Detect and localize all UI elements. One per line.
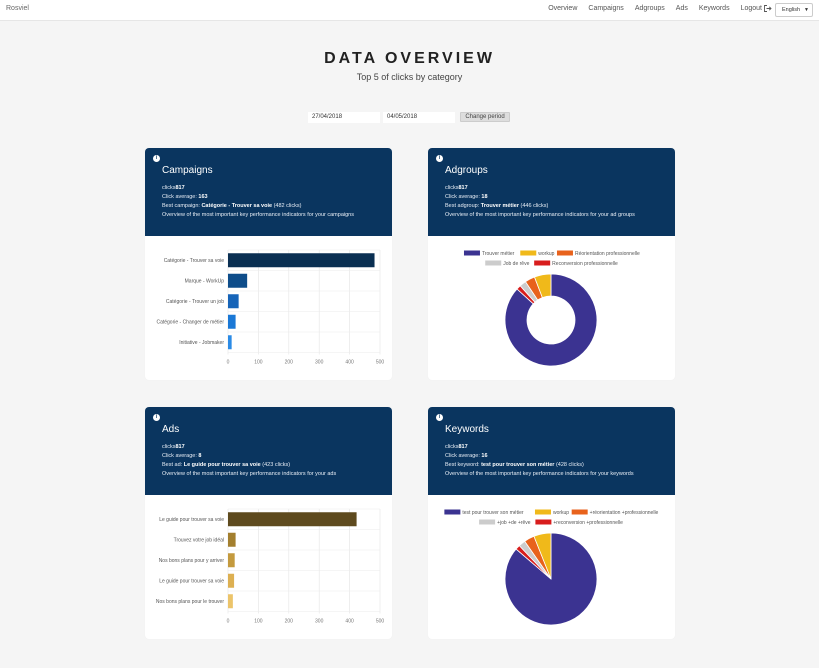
start-date-input[interactable]: 27/04/2018 [308, 112, 380, 123]
info-icon[interactable]: i [436, 414, 443, 421]
tick-label: 400 [345, 619, 354, 625]
legend-label: Job de rêve [503, 261, 529, 267]
bar [228, 335, 232, 350]
nav-overview[interactable]: Overview [548, 5, 577, 12]
info-icon[interactable]: i [436, 155, 443, 162]
tick-label: 400 [345, 360, 354, 366]
adgroups-donut-chart: Trouver métier workup Réorientation profes… [463, 250, 640, 367]
keywords-card: i Keywords clicks817 Click average: 16 B… [428, 407, 675, 639]
logout-label: Logout [740, 5, 762, 12]
legend-label: +job +de +rêve [497, 520, 531, 526]
legend-label: Trouver métier [482, 251, 515, 257]
card-title: Keywords [445, 424, 489, 435]
tick-label: 100 [254, 619, 263, 625]
ads-bar-chart: 0 100 200 300 400 500 Le guide pour trouver sa… [156, 508, 385, 625]
card-stats: clicks817 Click average: 8 Best ad: Le g… [162, 444, 337, 477]
adgroups-card: i Adgroups clicks817 Click average: 18 B… [428, 148, 675, 380]
page-subtitle: Top 5 of clicks by category [356, 72, 463, 82]
end-date-input[interactable]: 04/05/2018 [383, 112, 455, 123]
legend-swatch [520, 250, 537, 256]
chevron-down-icon: ▼ [804, 7, 809, 13]
category-label: Le guide pour trouver sa voie [159, 517, 224, 523]
tick-label: 100 [254, 360, 263, 366]
tick-label: 0 [227, 619, 230, 625]
legend-label: workup [538, 251, 554, 257]
adgroups-card-header: i Adgroups clicks817 Click average: 18 B… [428, 148, 675, 236]
legend-swatch [571, 509, 588, 515]
category-label: Marque - WorkUp [185, 279, 225, 285]
bar [228, 273, 248, 288]
bar [228, 573, 235, 588]
info-icon[interactable]: i [153, 414, 160, 421]
tick-label: 300 [315, 619, 324, 625]
legend-label: +réorientation +professionnelle [590, 510, 659, 516]
language-select[interactable]: English ▼ [775, 3, 813, 17]
bar [228, 532, 236, 547]
tick-label: 0 [227, 360, 230, 366]
language-value: English [782, 7, 801, 13]
card-title: Campaigns [162, 165, 213, 176]
bar [228, 294, 239, 309]
campaigns-bar-chart: 0 100 200 300 400 500 Catégorie - Trouver sa v… [156, 249, 385, 366]
nav-adgroups[interactable]: Adgroups [635, 5, 665, 12]
card-stats: clicks817 Click average: 18 Best adgroup… [445, 185, 635, 218]
bar [228, 253, 375, 268]
category-label: Nos bons plans pour le trouver [156, 599, 224, 605]
card-stats: clicks817 Click average: 16 Best keyword… [445, 444, 634, 477]
campaigns-card-header: i Campaigns clicks817 Click average: 163… [145, 148, 392, 236]
card-stats: clicks817 Click average: 163 Best campai… [162, 185, 354, 218]
logout-icon [764, 5, 772, 12]
top-navbar: Rosviel Overview Campaigns Adgroups Ads … [0, 0, 819, 21]
page-title: DATA OVERVIEW [324, 50, 495, 67]
keywords-pie-chart: test pour trouver son métier workup +réori… [444, 509, 659, 626]
nav-ads[interactable]: Ads [676, 5, 688, 12]
bar [228, 512, 357, 527]
legend-swatch [534, 260, 551, 266]
bar [228, 594, 233, 609]
legend-label: Reconversion professionnelle [552, 261, 618, 267]
campaigns-card: i Campaigns clicks817 Click average: 163… [145, 148, 392, 380]
change-period-button[interactable]: Change period [460, 112, 510, 122]
tick-label: 300 [315, 360, 324, 366]
tick-label: 200 [285, 360, 294, 366]
bar [228, 553, 235, 568]
info-icon[interactable]: i [153, 155, 160, 162]
keywords-card-header: i Keywords clicks817 Click average: 16 B… [428, 407, 675, 495]
card-title: Ads [162, 424, 180, 435]
legend-swatch [463, 250, 480, 256]
category-label: Le guide pour trouver sa voie [159, 579, 224, 585]
category-label: Initiative - Jobmaker [179, 340, 224, 346]
legend-label: +reconversion +professionnelle [553, 520, 623, 526]
category-label: Trouvez votre job idéal [174, 538, 224, 544]
legend-swatch [534, 509, 551, 515]
tick-label: 200 [285, 619, 294, 625]
legend-label: Réorientation professionnelle [575, 251, 640, 257]
nav-campaigns[interactable]: Campaigns [588, 5, 623, 12]
logout-link[interactable]: Logout [741, 5, 772, 12]
bar [228, 314, 236, 329]
legend-label: test pour trouver son métier [462, 510, 523, 516]
legend-swatch [444, 509, 461, 515]
legend-swatch [535, 519, 552, 525]
legend-swatch [485, 260, 502, 266]
nav-keywords[interactable]: Keywords [699, 5, 730, 12]
tick-label: 500 [376, 619, 385, 625]
tick-label: 500 [376, 360, 385, 366]
category-label: Catégorie - Changer de métier [156, 320, 224, 326]
ads-card: i Ads clicks817 Click average: 8 Best ad… [145, 407, 392, 639]
legend-label: workup [553, 510, 569, 516]
card-title: Adgroups [445, 165, 488, 176]
category-label: Nos bons plans pour y arriver [159, 558, 225, 564]
brand-logo[interactable]: Rosviel [6, 5, 29, 12]
category-label: Catégorie - Trouver un job [166, 299, 224, 305]
ads-card-header: i Ads clicks817 Click average: 8 Best ad… [145, 407, 392, 495]
category-label: Catégorie - Trouver sa voie [164, 258, 225, 264]
nav-links: Overview Campaigns Adgroups Ads Keywords… [548, 5, 772, 12]
legend-swatch [479, 519, 496, 525]
legend-swatch [556, 250, 573, 256]
